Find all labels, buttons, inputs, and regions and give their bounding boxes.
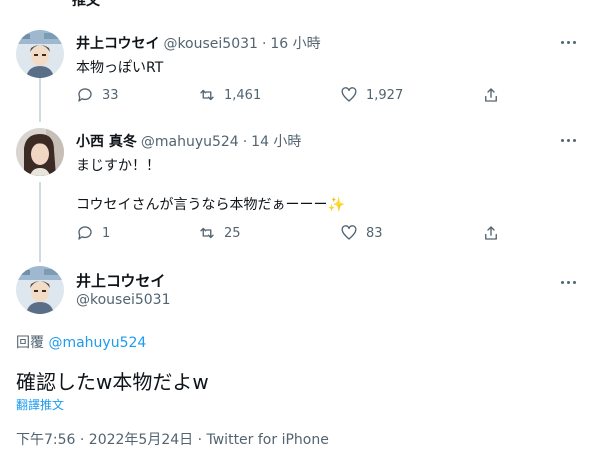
more-icon[interactable] bbox=[558, 34, 578, 50]
heart-icon bbox=[341, 87, 357, 102]
tweet-header: 井上コウセイ @kousei5031 · 16 小時 bbox=[76, 33, 321, 53]
replying-to: 回覆 @mahuyu524 bbox=[16, 332, 146, 352]
separator: · bbox=[242, 134, 248, 150]
share-icon bbox=[485, 226, 497, 240]
timestamp[interactable]: 16 小時 bbox=[270, 33, 320, 53]
avatar[interactable] bbox=[16, 128, 64, 176]
translate-tweet-link[interactable]: 翻譯推文 bbox=[16, 396, 64, 413]
user-handle[interactable]: @mahuyu524 bbox=[141, 134, 239, 150]
tweet-text: 本物っぽいRT bbox=[76, 60, 164, 76]
thread-line bbox=[39, 78, 41, 122]
retweet-button[interactable]: 25 bbox=[198, 224, 241, 242]
heart-icon bbox=[341, 225, 357, 240]
thread-line bbox=[39, 182, 41, 262]
more-icon[interactable] bbox=[558, 274, 578, 290]
retweet-icon bbox=[200, 89, 214, 101]
share-button[interactable] bbox=[482, 224, 500, 242]
reply-button[interactable]: 33 bbox=[76, 86, 119, 104]
like-count: 83 bbox=[366, 225, 383, 241]
separator: · bbox=[261, 36, 267, 52]
reply-to-link[interactable]: @mahuyu524 bbox=[48, 335, 146, 351]
avatar[interactable] bbox=[16, 30, 64, 78]
reply-icon bbox=[78, 226, 92, 240]
user-handle[interactable]: @kousei5031 bbox=[163, 36, 257, 52]
retweet-button[interactable]: 1,461 bbox=[198, 86, 261, 104]
tweet-actions: 1 25 83 bbox=[76, 224, 497, 244]
user-handle[interactable]: @kousei5031 bbox=[76, 292, 170, 308]
share-button[interactable] bbox=[482, 86, 500, 104]
separator: · bbox=[193, 432, 207, 448]
tweet-actions: 33 1,461 1,927 bbox=[76, 86, 497, 106]
display-name[interactable]: 小西 真冬 bbox=[76, 131, 137, 151]
tweet-text-line-2: コウセイさんが言うなら本物だぁーーー✨ bbox=[76, 197, 345, 213]
reply-count: 33 bbox=[102, 87, 119, 103]
share-icon bbox=[485, 88, 497, 102]
like-button[interactable]: 83 bbox=[340, 224, 383, 242]
display-name[interactable]: 井上コウセイ bbox=[76, 33, 159, 53]
reply-prefix: 回覆 bbox=[16, 335, 49, 351]
more-icon[interactable] bbox=[558, 132, 578, 148]
focused-tweet-text: 確認したw本物だよw bbox=[16, 370, 209, 394]
retweet-icon bbox=[200, 227, 214, 239]
reply-icon bbox=[78, 88, 92, 102]
tweet-text-line-1: まじすか！！ bbox=[76, 158, 160, 174]
page-header-clipped: 推文 bbox=[72, 0, 100, 9]
tweet-datetime[interactable]: 下午7:56 · 2022年5月24日 bbox=[16, 432, 193, 448]
display-name[interactable]: 井上コウセイ bbox=[76, 270, 165, 291]
tweet-header: 小西 真冬 @mahuyu524 · 14 小時 bbox=[76, 131, 301, 151]
avatar[interactable] bbox=[16, 266, 64, 314]
tweet-meta: 下午7:56 · 2022年5月24日 · Twitter for iPhone bbox=[16, 429, 329, 449]
like-button[interactable]: 1,927 bbox=[340, 86, 403, 104]
reply-count: 1 bbox=[102, 225, 111, 241]
reply-button[interactable]: 1 bbox=[76, 224, 110, 242]
timestamp[interactable]: 14 小時 bbox=[251, 131, 301, 151]
like-count: 1,927 bbox=[366, 87, 404, 103]
retweet-count: 25 bbox=[224, 225, 241, 241]
tweet-source[interactable]: Twitter for iPhone bbox=[207, 432, 329, 448]
retweet-count: 1,461 bbox=[224, 87, 262, 103]
